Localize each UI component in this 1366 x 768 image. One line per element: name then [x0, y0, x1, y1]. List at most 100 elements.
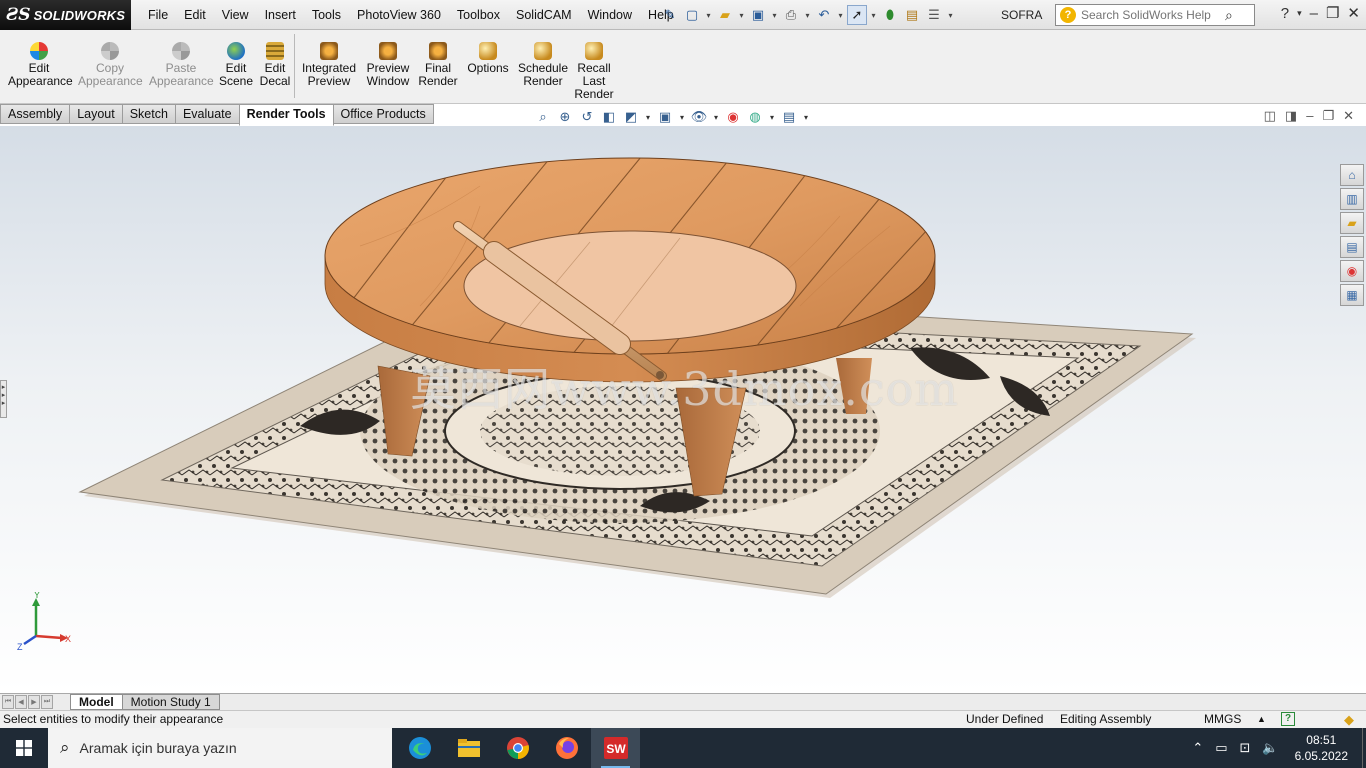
- chevron-down-icon[interactable]: ▾: [768, 108, 776, 126]
- tab-layout[interactable]: Layout: [69, 104, 123, 124]
- edit-scene-button[interactable]: Edit Scene: [218, 40, 254, 88]
- tab-evaluate[interactable]: Evaluate: [174, 104, 240, 124]
- menu-window[interactable]: Window: [580, 8, 640, 22]
- solidworks-resources-icon[interactable]: ⌂: [1340, 164, 1364, 186]
- minimize-icon[interactable]: –: [1310, 5, 1318, 22]
- menu-solidcam[interactable]: SolidCAM: [508, 8, 580, 22]
- feature-manager-toggle[interactable]: ▸ ▸ ▸: [0, 380, 7, 418]
- help-search-box[interactable]: ? ⌕: [1055, 4, 1255, 26]
- menu-view[interactable]: View: [214, 8, 257, 22]
- split-view-icon[interactable]: ◫: [1264, 108, 1276, 124]
- view-palette-icon[interactable]: ▤: [1340, 236, 1364, 258]
- taskbar-search[interactable]: ⌕ Aramak için buraya yazın: [48, 728, 392, 768]
- previous-view-icon[interactable]: ↺: [578, 108, 596, 126]
- recall-last-render-button[interactable]: Recall Last Render: [573, 40, 615, 101]
- clock[interactable]: 08:51 6.05.2022: [1295, 732, 1348, 764]
- help-icon[interactable]: ?: [1281, 5, 1289, 22]
- edit-decal-button[interactable]: Edit Decal: [258, 40, 292, 88]
- appearances-scenes-decals-icon[interactable]: ◉: [1340, 260, 1364, 282]
- design-library-icon[interactable]: ▥: [1340, 188, 1364, 210]
- chevron-down-icon[interactable]: ▾: [770, 11, 779, 20]
- open-folder-icon[interactable]: ▰: [715, 5, 735, 25]
- display-style-icon[interactable]: ▣: [656, 108, 674, 126]
- firefox-app-button[interactable]: [542, 728, 591, 768]
- viewport-layout-icon[interactable]: ◨: [1285, 108, 1297, 124]
- next-tab-icon[interactable]: ▶: [28, 695, 40, 709]
- rebuild-traffic-light-icon[interactable]: ⬮: [880, 5, 900, 25]
- tab-assembly[interactable]: Assembly: [0, 104, 71, 124]
- chevron-down-icon[interactable]: ▾: [712, 108, 720, 126]
- select-arrow-icon[interactable]: ➚: [847, 5, 867, 25]
- tab-office-products[interactable]: Office Products: [332, 104, 434, 124]
- menu-photoview-360[interactable]: PhotoView 360: [349, 8, 449, 22]
- chevron-down-icon[interactable]: ▾: [869, 11, 878, 20]
- print-icon[interactable]: ⎙: [781, 5, 801, 25]
- menu-toolbox[interactable]: Toolbox: [449, 8, 508, 22]
- edit-appearance-icon[interactable]: ◉: [724, 108, 742, 126]
- paste-appearance-button[interactable]: Paste Appearance: [149, 40, 214, 88]
- options-icon[interactable]: ☰: [924, 5, 944, 25]
- network-icon[interactable]: ⊡: [1240, 740, 1251, 756]
- copy-appearance-button[interactable]: Copy Appearance: [78, 40, 143, 88]
- integrated-preview-button[interactable]: Integrated Preview: [300, 40, 358, 88]
- chevron-down-icon[interactable]: ▾: [704, 11, 713, 20]
- chevron-down-icon[interactable]: ▾: [1297, 8, 1302, 19]
- file-properties-icon[interactable]: ▤: [902, 5, 922, 25]
- units-selector[interactable]: MMGS: [1204, 711, 1241, 728]
- pin-icon[interactable]: ✎: [660, 5, 680, 25]
- tab-render-tools[interactable]: Render Tools: [238, 104, 334, 126]
- save-icon[interactable]: ▣: [748, 5, 768, 25]
- apply-scene-icon[interactable]: ◍: [746, 108, 764, 126]
- last-tab-icon[interactable]: ⏭: [41, 695, 53, 709]
- menu-file[interactable]: File: [140, 8, 176, 22]
- close-icon[interactable]: ✕: [1347, 4, 1360, 22]
- chevron-down-icon[interactable]: ▾: [802, 108, 810, 126]
- final-render-button[interactable]: Final Render: [418, 40, 458, 88]
- chevron-down-icon[interactable]: ▾: [678, 108, 686, 126]
- chrome-app-button[interactable]: [493, 728, 542, 768]
- restore-icon[interactable]: ❐: [1326, 4, 1339, 22]
- file-explorer-icon[interactable]: ▰: [1340, 212, 1364, 234]
- close-icon[interactable]: ✕: [1343, 108, 1354, 124]
- hide-show-items-icon[interactable]: 👁: [690, 108, 708, 126]
- rebuild-status-icon[interactable]: ◆: [1344, 711, 1354, 728]
- chevron-down-icon[interactable]: ▾: [737, 11, 746, 20]
- minimize-icon[interactable]: –: [1306, 108, 1313, 124]
- chevron-down-icon[interactable]: ▾: [946, 11, 955, 20]
- chevron-down-icon[interactable]: ▾: [803, 11, 812, 20]
- file-explorer-app-button[interactable]: [444, 728, 493, 768]
- volume-icon[interactable]: 🔈: [1262, 740, 1278, 756]
- help-status-icon[interactable]: ?: [1281, 712, 1295, 726]
- tab-sketch[interactable]: Sketch: [121, 104, 176, 124]
- chevron-up-icon[interactable]: ▲: [1257, 711, 1266, 728]
- menu-edit[interactable]: Edit: [176, 8, 214, 22]
- graphics-viewport[interactable]: 莫西网www.3dmox.com ▸ ▸ ▸ ⌂ ▥ ▰ ▤ ◉ ▦ Y X Z: [0, 126, 1366, 693]
- view-settings-icon[interactable]: ▤: [780, 108, 798, 126]
- battery-icon[interactable]: ▭: [1215, 740, 1227, 756]
- zoom-to-fit-icon[interactable]: ⌕: [534, 108, 552, 126]
- edge-app-button[interactable]: [395, 728, 444, 768]
- start-button[interactable]: [0, 728, 48, 768]
- tab-model[interactable]: Model: [70, 694, 123, 710]
- preview-window-button[interactable]: Preview Window: [363, 40, 413, 88]
- options-button[interactable]: Options: [464, 40, 512, 75]
- menu-tools[interactable]: Tools: [304, 8, 349, 22]
- custom-properties-icon[interactable]: ▦: [1340, 284, 1364, 306]
- search-icon[interactable]: ⌕: [1225, 7, 1233, 24]
- view-orientation-icon[interactable]: ◩: [622, 108, 640, 126]
- solidworks-app-button[interactable]: SW: [591, 728, 640, 768]
- tab-motion-study[interactable]: Motion Study 1: [121, 694, 220, 710]
- chevron-up-icon[interactable]: ⌃: [1192, 740, 1203, 756]
- section-view-icon[interactable]: ◧: [600, 108, 618, 126]
- first-tab-icon[interactable]: ⏮: [2, 695, 14, 709]
- show-desktop-button[interactable]: [1362, 728, 1366, 768]
- search-input[interactable]: [1081, 8, 1221, 22]
- restore-icon[interactable]: ❐: [1322, 108, 1334, 124]
- edit-appearance-button[interactable]: Edit Appearance: [8, 40, 73, 88]
- schedule-render-button[interactable]: Schedule Render: [516, 40, 570, 88]
- new-document-icon[interactable]: ▢: [682, 5, 702, 25]
- undo-icon[interactable]: ↶: [814, 5, 834, 25]
- solidworks-logo[interactable]: ƧS SOLIDWORKS: [0, 0, 131, 30]
- zoom-to-area-icon[interactable]: ⊕: [556, 108, 574, 126]
- menu-insert[interactable]: Insert: [257, 8, 304, 22]
